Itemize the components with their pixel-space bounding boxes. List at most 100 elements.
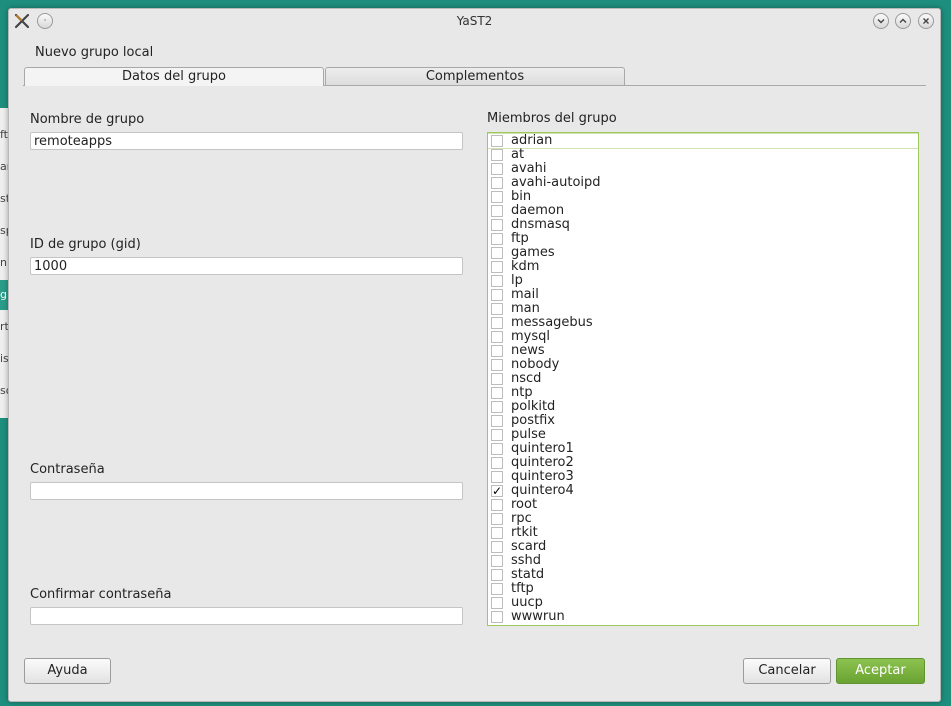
member-row[interactable]: ✓ quintero4 [488,484,918,498]
member-row[interactable]: statd [488,568,918,582]
member-checkbox[interactable] [491,359,503,371]
member-name: avahi [511,161,547,176]
member-row[interactable]: tftp [488,582,918,596]
confirm-password-label: Confirmar contraseña [30,587,172,602]
member-checkbox[interactable] [491,569,503,581]
member-checkbox[interactable] [491,289,503,301]
member-checkbox[interactable] [491,191,503,203]
member-row[interactable]: ntp [488,386,918,400]
member-row[interactable]: rpc [488,512,918,526]
member-name: bin [511,189,532,204]
minimize-icon[interactable] [873,13,889,29]
member-checkbox[interactable] [491,303,503,315]
member-row[interactable]: rtkit [488,526,918,540]
member-row[interactable]: quintero3 [488,470,918,484]
member-checkbox[interactable] [491,233,503,245]
member-checkbox[interactable] [491,163,503,175]
member-name: sshd [511,553,542,568]
member-checkbox[interactable] [491,261,503,273]
titlebar[interactable]: · YaST2 [9,9,940,33]
member-row[interactable]: messagebus [488,316,918,330]
member-checkbox[interactable] [491,611,503,623]
member-row[interactable]: lp [488,274,918,288]
member-checkbox[interactable] [491,499,503,511]
member-checkbox[interactable] [491,541,503,553]
member-name: polkitd [511,399,556,414]
member-row[interactable]: at [488,148,918,162]
member-checkbox[interactable] [491,527,503,539]
member-row[interactable]: scard [488,540,918,554]
member-name: scard [511,539,547,554]
member-row[interactable]: adrian [488,133,918,149]
member-row[interactable]: pulse [488,428,918,442]
member-row[interactable]: root [488,498,918,512]
member-checkbox[interactable] [491,555,503,567]
member-row[interactable]: bin [488,190,918,204]
tab-plugins[interactable]: Complementos [325,67,625,85]
member-name: ftp [511,231,529,246]
member-row[interactable]: dnsmasq [488,218,918,232]
member-row[interactable]: wwwrun [488,610,918,624]
member-checkbox[interactable] [491,345,503,357]
member-row[interactable]: daemon [488,204,918,218]
member-checkbox[interactable] [491,317,503,329]
close-icon[interactable] [918,13,934,29]
member-checkbox[interactable] [491,219,503,231]
member-checkbox[interactable] [491,457,503,469]
member-row[interactable]: kdm [488,260,918,274]
member-name: root [511,497,538,512]
member-row[interactable]: polkitd [488,400,918,414]
member-row[interactable]: man [488,302,918,316]
group-name-input[interactable] [30,132,463,150]
password-input[interactable] [30,482,463,500]
dialog-heading: Nuevo grupo local [35,45,154,60]
member-checkbox[interactable] [491,177,503,189]
tab-group-data[interactable]: Datos del grupo [24,67,324,86]
member-checkbox[interactable] [491,387,503,399]
member-name: man [511,301,540,316]
member-checkbox[interactable] [491,583,503,595]
member-row[interactable]: nscd [488,372,918,386]
member-checkbox[interactable] [491,373,503,385]
member-row[interactable]: ftp [488,232,918,246]
member-row[interactable]: mysql [488,330,918,344]
member-row[interactable]: sshd [488,554,918,568]
member-checkbox[interactable] [491,597,503,609]
member-checkbox[interactable] [491,429,503,441]
member-checkbox[interactable] [491,247,503,259]
yast-window: · YaST2 Nuevo grupo local Datos del grup… [8,8,941,702]
member-row[interactable]: news [488,344,918,358]
cancel-button[interactable]: Cancelar [743,658,831,684]
member-name: dnsmasq [511,217,570,232]
member-row[interactable]: quintero1 [488,442,918,456]
member-checkbox[interactable] [491,331,503,343]
member-checkbox[interactable] [491,513,503,525]
member-checkbox[interactable]: ✓ [491,485,503,497]
help-button[interactable]: Ayuda [24,658,111,684]
member-row[interactable]: nobody [488,358,918,372]
member-name: uucp [511,595,543,610]
member-row[interactable]: quintero2 [488,456,918,470]
gid-input[interactable] [30,257,463,275]
member-name: ntp [511,385,533,400]
member-checkbox[interactable] [491,471,503,483]
accept-button[interactable]: Aceptar [836,658,925,684]
member-checkbox[interactable] [491,401,503,413]
confirm-password-input[interactable] [30,607,463,625]
maximize-icon[interactable] [895,13,911,29]
member-row[interactable]: games [488,246,918,260]
members-list[interactable]: adrian at avahi avahi-autoipd bin daemon dnsma… [487,132,919,626]
members-label: Miembros del grupo [487,111,617,126]
member-row[interactable]: mail [488,288,918,302]
member-checkbox[interactable] [491,415,503,427]
member-row[interactable]: postfix [488,414,918,428]
member-checkbox[interactable] [491,135,503,147]
member-row[interactable]: avahi [488,162,918,176]
member-row[interactable]: uucp [488,596,918,610]
member-checkbox[interactable] [491,205,503,217]
member-checkbox[interactable] [491,149,503,161]
member-row[interactable]: avahi-autoipd [488,176,918,190]
member-checkbox[interactable] [491,275,503,287]
member-checkbox[interactable] [491,443,503,455]
member-name: games [511,245,555,260]
